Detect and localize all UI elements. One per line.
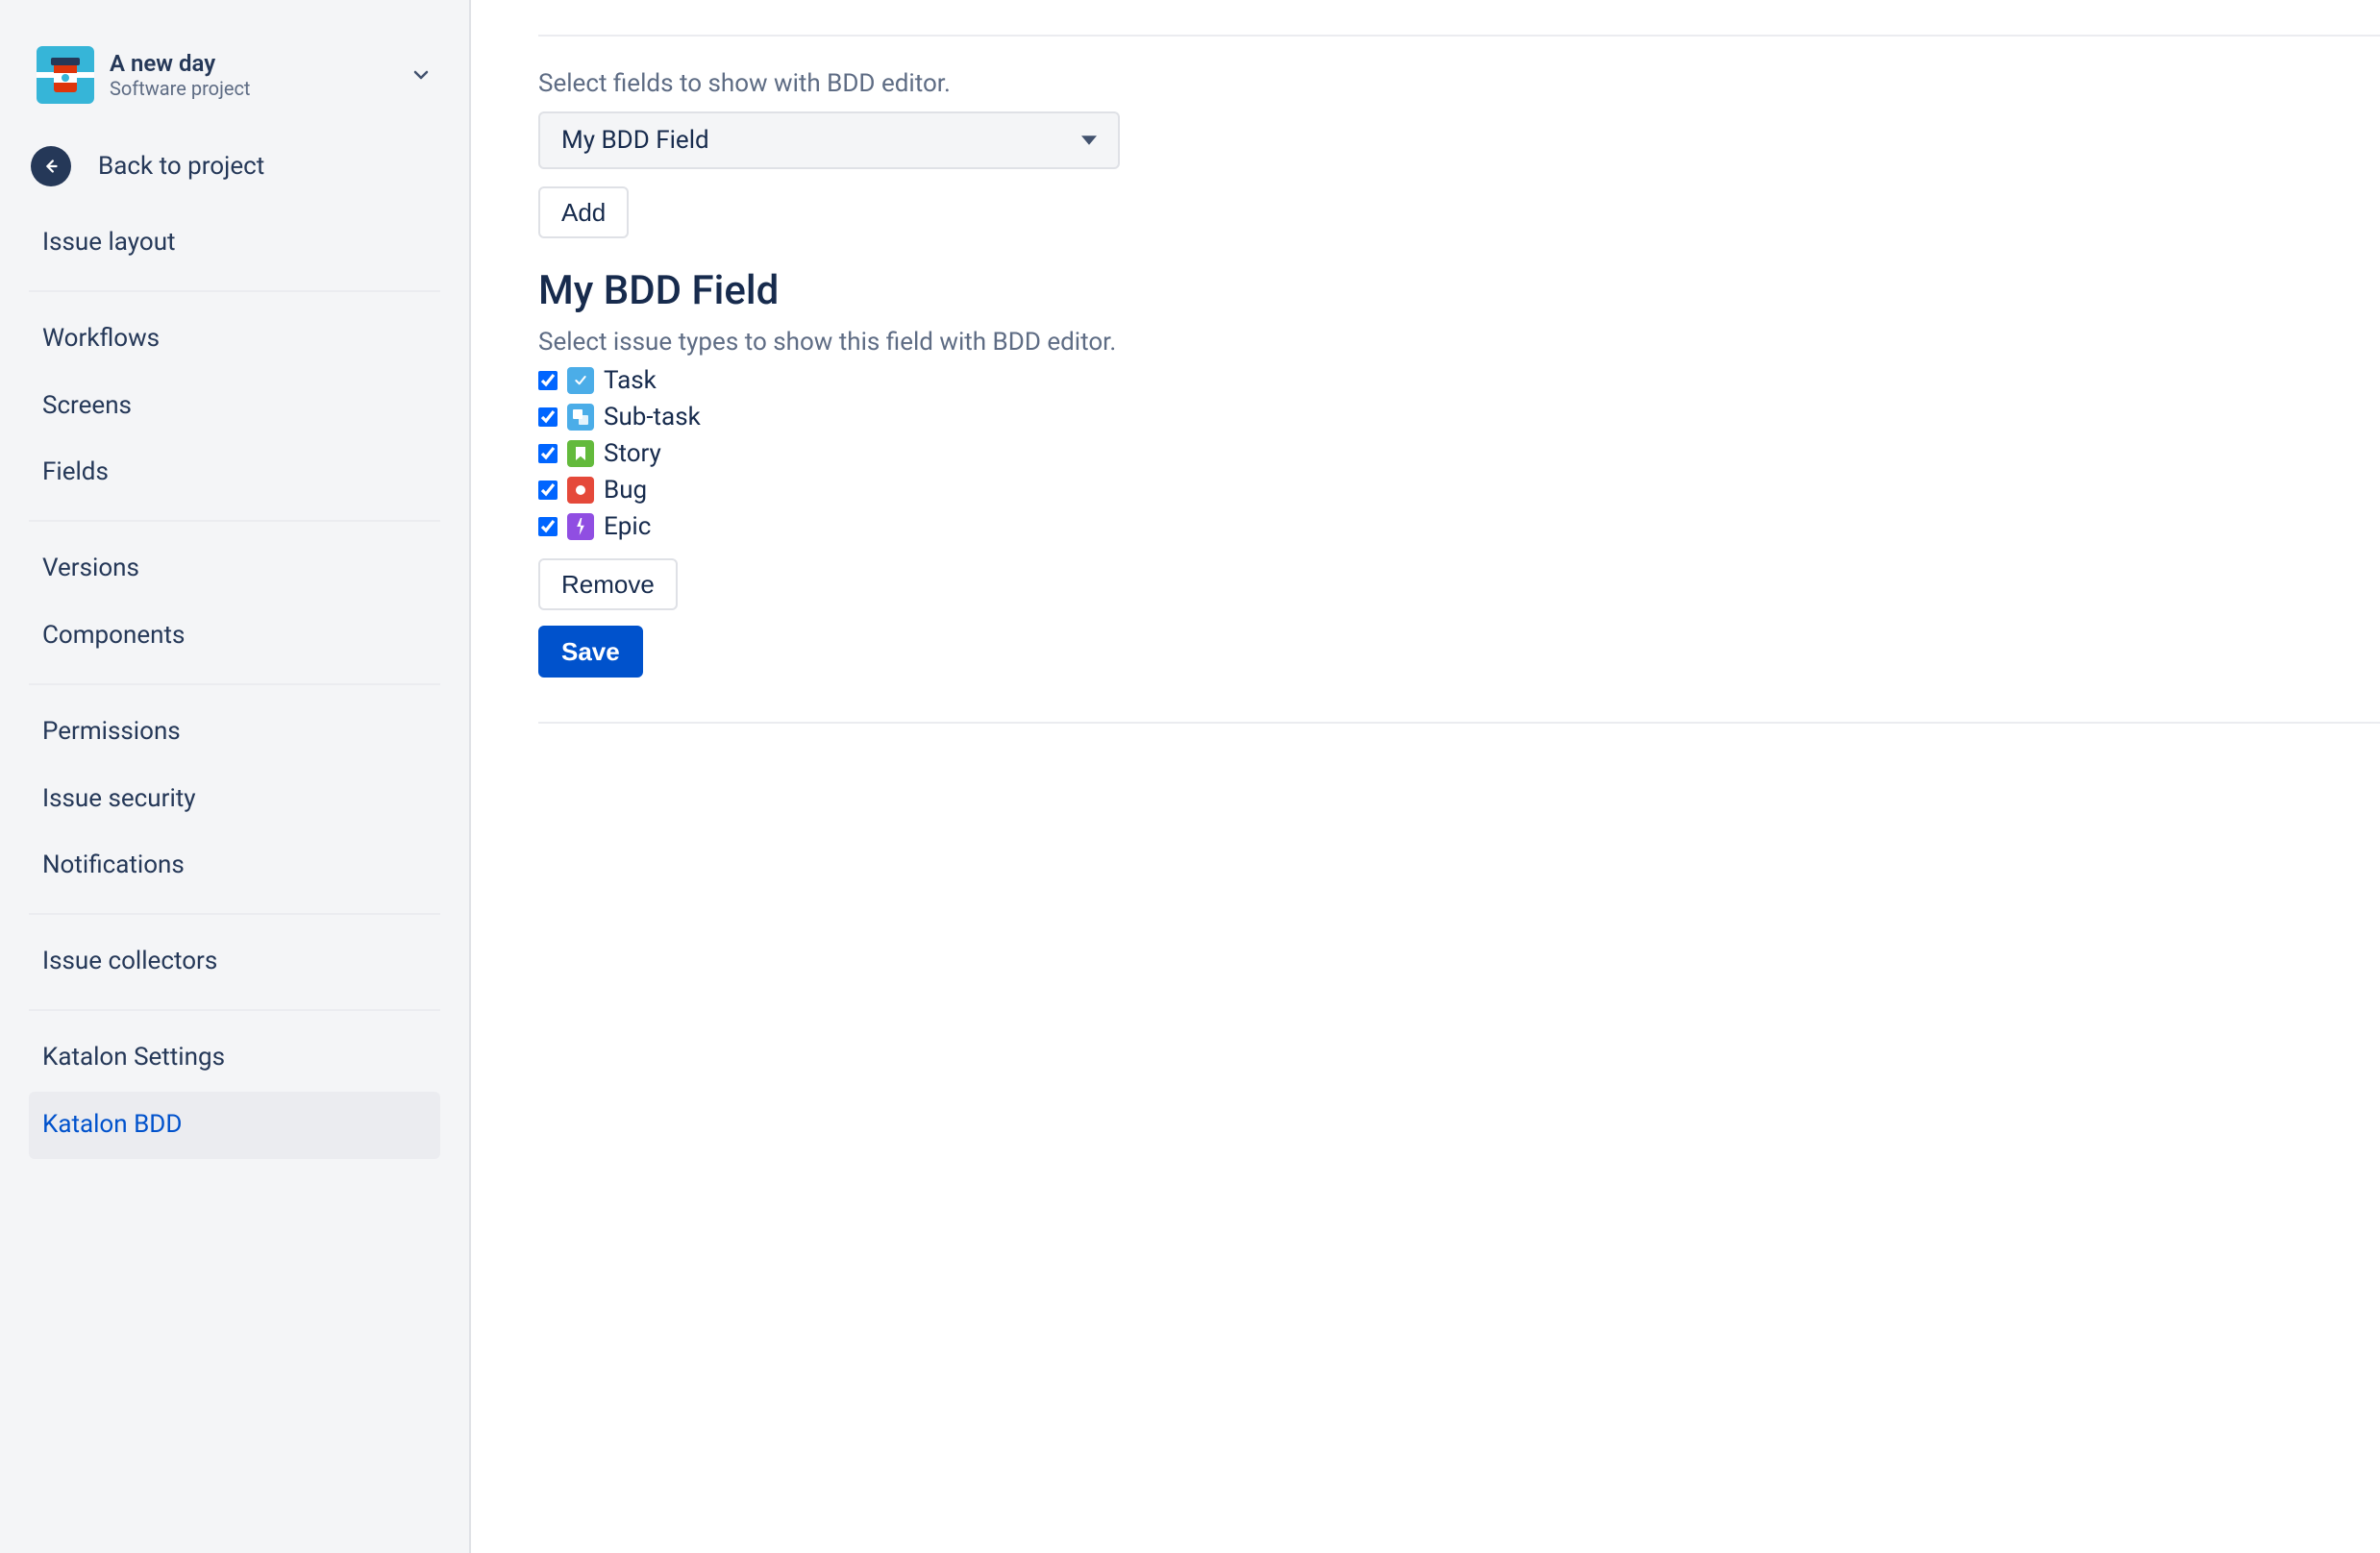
add-button[interactable]: Add	[538, 186, 629, 238]
sidebar-item-notifications[interactable]: Notifications	[29, 832, 440, 900]
issue-type-label: Epic	[604, 512, 651, 541]
back-arrow-icon	[31, 146, 71, 186]
sidebar-item-issue-layout[interactable]: Issue layout	[29, 210, 440, 277]
caret-down-icon	[1081, 126, 1097, 155]
nav-group-1: Workflows Screens Fields	[29, 290, 440, 520]
field-selector-label: Select fields to show with BDD editor.	[538, 69, 2380, 98]
sidebar-item-screens[interactable]: Screens	[29, 373, 440, 440]
project-switcher[interactable]: A new day Software project	[29, 38, 440, 127]
sidebar-item-issue-collectors[interactable]: Issue collectors	[29, 928, 440, 996]
issue-type-label: Bug	[604, 476, 647, 505]
back-to-project[interactable]: Back to project	[29, 127, 440, 206]
epic-icon	[567, 513, 594, 540]
nav-group-2: Versions Components	[29, 520, 440, 683]
nav-group-4: Issue collectors	[29, 913, 440, 1009]
story-icon	[567, 440, 594, 467]
field-dropdown-value: My BDD Field	[561, 126, 709, 155]
sidebar-item-issue-security[interactable]: Issue security	[29, 766, 440, 833]
project-info: A new day Software project	[110, 50, 250, 101]
checkbox-epic[interactable]	[538, 517, 558, 536]
task-icon	[567, 367, 594, 394]
issue-type-row-story: Story	[538, 439, 2380, 468]
nav-group-5: Katalon Settings Katalon BDD	[29, 1009, 440, 1172]
sidebar-item-katalon-bdd[interactable]: Katalon BDD	[29, 1092, 440, 1159]
save-button[interactable]: Save	[538, 626, 643, 678]
sidebar-item-components[interactable]: Components	[29, 603, 440, 670]
issue-type-label: Task	[604, 366, 657, 395]
checkbox-subtask[interactable]	[538, 407, 558, 427]
nav-group-3: Permissions Issue security Notifications	[29, 683, 440, 913]
bug-icon	[567, 477, 594, 504]
sidebar-item-permissions[interactable]: Permissions	[29, 699, 440, 766]
issue-type-row-epic: Epic	[538, 512, 2380, 541]
back-label: Back to project	[98, 152, 264, 181]
sidebar-item-versions[interactable]: Versions	[29, 535, 440, 603]
checkbox-story[interactable]	[538, 444, 558, 463]
sidebar-item-katalon-settings[interactable]: Katalon Settings	[29, 1024, 440, 1092]
issue-type-label: Sub-task	[604, 403, 701, 431]
issue-type-row-task: Task	[538, 366, 2380, 395]
chevron-down-icon[interactable]	[409, 63, 433, 86]
divider-bottom	[538, 722, 2380, 724]
field-heading: My BDD Field	[538, 267, 2380, 314]
issue-type-list: Task Sub-task Story	[538, 366, 2380, 541]
project-subtitle: Software project	[110, 77, 250, 100]
issue-types-help: Select issue types to show this field wi…	[538, 328, 2380, 357]
checkbox-bug[interactable]	[538, 481, 558, 500]
project-title: A new day	[110, 50, 250, 78]
sidebar-item-workflows[interactable]: Workflows	[29, 306, 440, 373]
checkbox-task[interactable]	[538, 371, 558, 390]
sidebar-item-fields[interactable]: Fields	[29, 439, 440, 506]
sidebar: A new day Software project Back to proje…	[0, 0, 471, 1553]
project-avatar	[37, 46, 94, 104]
field-dropdown[interactable]: My BDD Field	[538, 111, 1120, 169]
issue-type-row-subtask: Sub-task	[538, 403, 2380, 431]
subtask-icon	[567, 404, 594, 431]
nav-group-0: Issue layout	[29, 206, 440, 290]
issue-type-row-bug: Bug	[538, 476, 2380, 505]
main-content: Select fields to show with BDD editor. M…	[471, 0, 2380, 1553]
remove-button[interactable]: Remove	[538, 558, 678, 610]
issue-type-label: Story	[604, 439, 661, 468]
